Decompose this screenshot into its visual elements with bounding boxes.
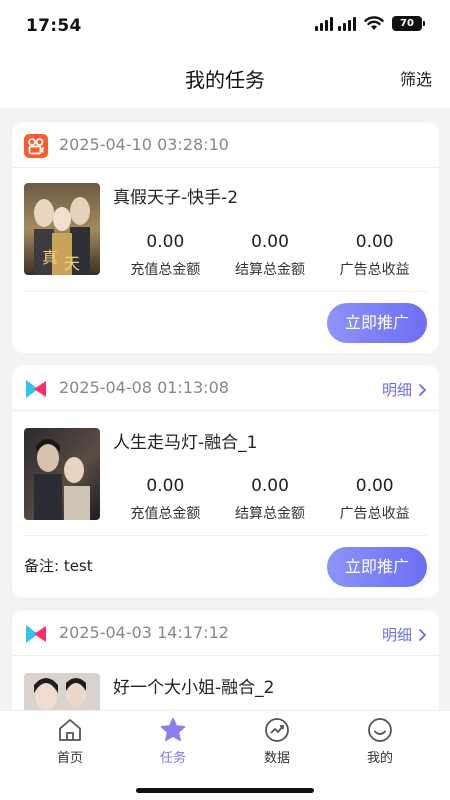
smile-icon	[368, 718, 392, 742]
drama-poster[interactable]: 真 天	[24, 183, 100, 275]
promote-button[interactable]: 立即推广	[327, 303, 427, 343]
stat-recharge: 0.00 充值总金额	[113, 476, 218, 523]
home-indicator	[136, 788, 314, 793]
tab-tasks[interactable]: 任务	[117, 711, 229, 766]
card-date: 2025-04-03 14:17:12	[59, 623, 229, 642]
stat-value: 0.00	[146, 476, 185, 496]
stat-label: 结算总金额	[235, 506, 305, 522]
stat-ad-revenue: 0.00 广告总收益	[322, 232, 427, 279]
page-title: 我的任务	[185, 68, 265, 92]
drama-title: 人生走马灯-融合_1	[113, 433, 258, 453]
stat-label: 结算总金额	[235, 262, 305, 278]
stat-recharge: 0.00 充值总金额	[113, 232, 218, 279]
stat-value: 0.00	[251, 476, 289, 496]
stat-value: 0.00	[251, 232, 289, 252]
chevron-right-icon	[418, 628, 427, 641]
tab-bar: 首页 任务 数据 我的	[0, 710, 450, 800]
svg-text:天: 天	[64, 254, 80, 273]
task-card: 2025-04-08 01:13:08 明细 人生走马灯-融合_1 0.00 充…	[12, 365, 439, 598]
status-time: 17:54	[26, 16, 82, 36]
divider	[24, 535, 427, 536]
stat-label: 广告总收益	[339, 506, 410, 522]
battery-icon: 70	[392, 16, 425, 31]
chevron-right-icon	[418, 383, 427, 396]
stat-value: 0.00	[355, 476, 394, 496]
stat-settlement: 0.00 结算总金额	[218, 476, 323, 523]
stat-label: 充值总金额	[130, 506, 201, 522]
task-list[interactable]: 2025-04-10 03:28:10 真 天 真假天子-快手-2 0.00 充…	[0, 108, 450, 710]
fusion-platform-icon	[26, 625, 46, 643]
tab-mine[interactable]: 我的	[324, 711, 436, 766]
card-date: 2025-04-08 01:13:08	[59, 378, 229, 397]
star-icon	[160, 717, 186, 742]
remark-text: 备注: test	[24, 557, 93, 575]
card-header: 2025-04-08 01:13:08 明细	[12, 365, 439, 411]
stat-value: 0.00	[146, 232, 185, 252]
wifi-icon	[364, 16, 384, 30]
task-card: 2025-04-10 03:28:10 真 天 真假天子-快手-2 0.00 充…	[12, 122, 439, 353]
drama-title: 好一个大小姐-融合_2	[113, 678, 275, 698]
stat-settlement: 0.00 结算总金额	[218, 232, 323, 279]
detail-link[interactable]: 明细	[382, 624, 427, 645]
stat-value: 0.00	[355, 232, 394, 252]
kuaishou-icon	[24, 134, 48, 158]
status-bar: 17:54 70	[0, 0, 450, 52]
drama-poster[interactable]	[24, 673, 100, 710]
detail-label: 明细	[381, 381, 412, 399]
drama-title: 真假天子-快手-2	[113, 188, 239, 208]
tab-data[interactable]: 数据	[221, 711, 333, 766]
divider	[24, 291, 427, 292]
tab-label: 首页	[56, 751, 83, 766]
tab-home[interactable]: 首页	[14, 711, 126, 766]
stats-row: 0.00 充值总金额 0.00 结算总金额 0.00 广告总收益	[113, 476, 427, 523]
fusion-platform-icon	[26, 380, 46, 398]
card-header: 2025-04-10 03:28:10	[12, 122, 439, 168]
card-header: 2025-04-03 14:17:12 明细	[12, 610, 439, 656]
stats-row: 0.00 充值总金额 0.00 结算总金额 0.00 广告总收益	[113, 232, 427, 279]
stat-label: 广告总收益	[339, 262, 410, 278]
stat-label: 充值总金额	[130, 262, 201, 278]
tab-label: 任务	[159, 751, 186, 766]
svg-text:真: 真	[42, 248, 58, 267]
chart-icon	[265, 718, 289, 742]
detail-link[interactable]: 明细	[382, 379, 427, 400]
nav-bar: 我的任务 筛选	[0, 52, 450, 108]
signal-icon	[315, 16, 356, 31]
home-icon	[59, 719, 81, 741]
detail-label: 明细	[381, 626, 412, 644]
card-date: 2025-04-10 03:28:10	[59, 135, 229, 154]
drama-poster[interactable]	[24, 428, 100, 520]
filter-button[interactable]: 筛选	[400, 66, 432, 90]
promote-button[interactable]: 立即推广	[327, 547, 427, 587]
status-icons: 70	[315, 16, 425, 31]
tab-label: 数据	[263, 751, 290, 766]
task-card: 2025-04-03 14:17:12 明细 好一个大小姐-融合_2	[12, 610, 439, 710]
stat-ad-revenue: 0.00 广告总收益	[322, 476, 427, 523]
tab-label: 我的	[366, 751, 393, 766]
